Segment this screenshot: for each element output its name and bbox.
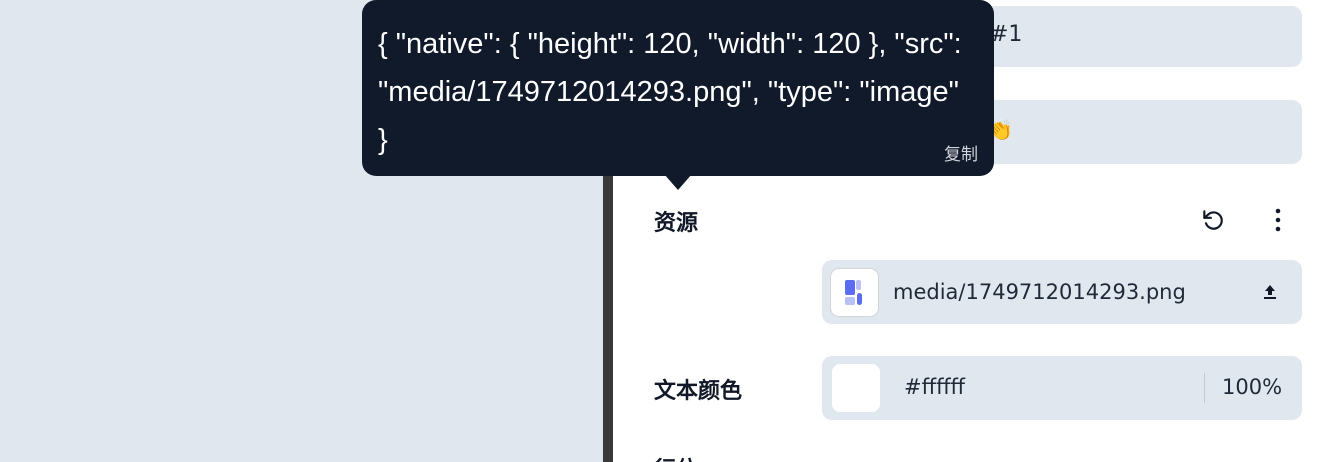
image-thumbnail-icon <box>845 280 862 305</box>
next-section-label: 行位 <box>654 452 698 462</box>
asset-filename: media/1749712014293.png <box>893 280 1186 304</box>
upload-button[interactable] <box>1252 274 1288 310</box>
reset-icon <box>1203 210 1223 230</box>
color-field-separator <box>1204 373 1205 403</box>
reset-button[interactable] <box>1195 202 1231 238</box>
more-vertical-icon <box>1275 208 1281 232</box>
asset-thumbnail <box>830 268 879 317</box>
tooltip-copy-button[interactable]: 复制 <box>944 140 978 165</box>
color-opacity-value[interactable]: 100% <box>1222 375 1282 399</box>
upload-icon <box>1264 285 1276 299</box>
color-swatch[interactable] <box>832 364 880 412</box>
more-options-button[interactable] <box>1260 202 1296 238</box>
tooltip-arrow <box>664 174 692 190</box>
name-field-value: #1 <box>990 22 1023 47</box>
text-color-label: 文本颜色 <box>654 379 743 404</box>
color-hex-value[interactable]: #ffffff <box>904 375 965 399</box>
tooltip-json-text: { "native": { "height": 120, "width": 12… <box>378 28 970 156</box>
resources-label: 资源 <box>654 211 699 236</box>
